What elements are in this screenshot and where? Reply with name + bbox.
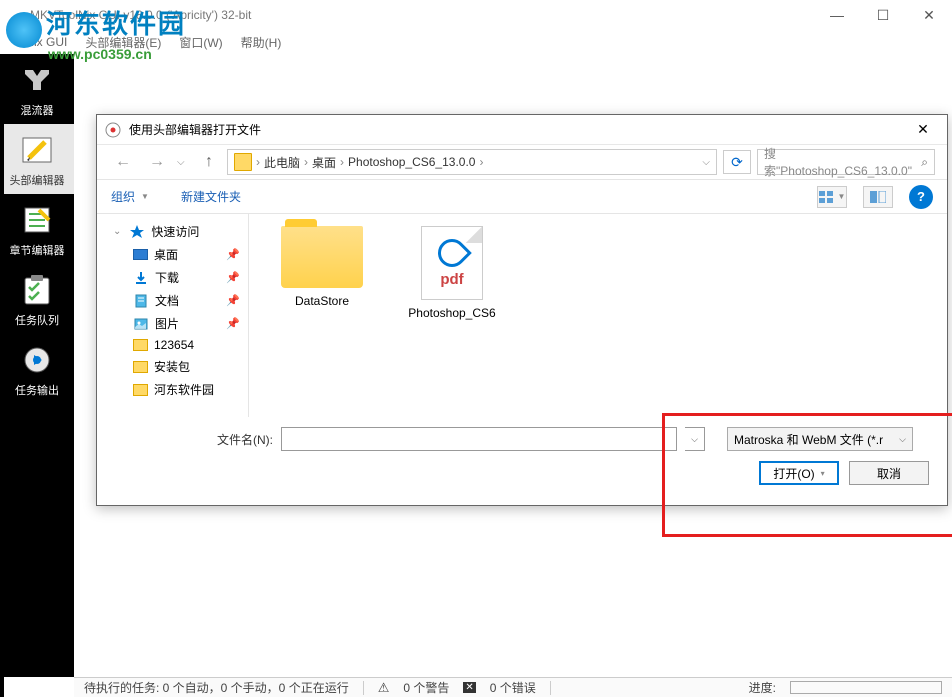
warning-icon: ⚠ (378, 680, 390, 696)
open-file-dialog: 使用头部编辑器打开文件 ✕ ← → ⌵ ↑ › 此电脑 › 桌面 › Photo… (96, 114, 948, 506)
maximize-button[interactable]: ☐ (860, 0, 906, 30)
window-title: MKVToolNix GUI v18.0.0 ('Apricity') 32-b… (30, 8, 251, 22)
status-errors: 0 个错误 (490, 679, 536, 696)
file-item-pdf[interactable]: pdf Photoshop_CS6 (399, 226, 505, 320)
desktop-icon (133, 249, 148, 260)
new-folder-button[interactable]: 新建文件夹 (181, 188, 241, 205)
tree-panel: ⌄ 快速访问 桌面 📌 下载 📌 (97, 214, 249, 417)
pdf-icon: pdf (421, 226, 483, 300)
dialog-nav: ← → ⌵ ↑ › 此电脑 › 桌面 › Photoshop_CS6_13.0.… (97, 145, 947, 179)
pin-icon: 📌 (226, 317, 240, 330)
dialog-titlebar: 使用头部编辑器打开文件 ✕ (97, 115, 947, 145)
sidebar-item-header-editor[interactable]: 头部编辑器 (0, 124, 74, 194)
sidebar-item-label: 头部编辑器 (10, 172, 65, 188)
folder-icon (133, 339, 148, 351)
folder-icon (281, 226, 363, 288)
app-icon (8, 7, 24, 23)
tree-item-pictures[interactable]: 图片 📌 (97, 312, 248, 335)
filename-label: 文件名(N): (217, 431, 273, 448)
dialog-icon (105, 122, 121, 138)
file-panel[interactable]: DataStore pdf Photoshop_CS6 (249, 214, 947, 417)
nav-up-button[interactable]: ↑ (197, 150, 221, 174)
sidebar-item-label: 章节编辑器 (10, 242, 65, 258)
preview-pane-button[interactable] (863, 186, 893, 208)
search-input[interactable]: 搜索"Photoshop_CS6_13.0.0" ⌕ (757, 149, 935, 175)
pin-icon: 📌 (226, 271, 240, 284)
tree-item-quick-access[interactable]: ⌄ 快速访问 (97, 220, 248, 243)
file-label: DataStore (295, 294, 349, 308)
minimize-button[interactable]: — (814, 0, 860, 30)
status-warnings: 0 个警告 (403, 679, 449, 696)
breadcrumb[interactable]: › 此电脑 › 桌面 › Photoshop_CS6_13.0.0 › ⌵ (227, 149, 717, 175)
filename-dropdown[interactable]: ⌵ (685, 427, 705, 451)
menu-header-editor[interactable]: 头部编辑器(E) (77, 32, 169, 53)
folder-icon (234, 153, 252, 171)
dialog-toolbar: 组织▼ 新建文件夹 ▼ ? (97, 179, 947, 213)
header-editor-icon (17, 130, 57, 170)
statusbar: 待执行的任务: 0 个自动，0 个手动，0 个正在运行 ⚠ 0 个警告 ✕ 0 … (74, 677, 952, 697)
nav-forward-button[interactable]: → (143, 148, 171, 176)
breadcrumb-item[interactable]: 此电脑 (264, 154, 300, 171)
sidebar-item-label: 混流器 (21, 102, 54, 118)
tree-item-downloads[interactable]: 下载 📌 (97, 266, 248, 289)
cancel-button[interactable]: 取消 (849, 461, 929, 485)
mixer-icon (17, 60, 57, 100)
nav-back-button[interactable]: ← (109, 148, 137, 176)
folder-icon (133, 361, 148, 373)
refresh-button[interactable]: ⟳ (723, 150, 751, 174)
chapter-editor-icon (17, 200, 57, 240)
menu-gui[interactable]: olNix GUI (8, 33, 75, 51)
organize-button[interactable]: 组织▼ (111, 188, 149, 205)
filename-input[interactable] (281, 427, 677, 451)
progress-label: 进度: (749, 679, 776, 696)
help-button[interactable]: ? (909, 185, 933, 209)
task-output-icon (17, 340, 57, 380)
file-label: Photoshop_CS6 (408, 306, 495, 320)
sidebar-item-task-queue[interactable]: 任务队列 (0, 264, 74, 334)
file-item-folder[interactable]: DataStore (269, 226, 375, 308)
task-queue-icon (17, 270, 57, 310)
open-button[interactable]: 打开(O) ▾ (759, 461, 839, 485)
menu-help[interactable]: 帮助(H) (233, 32, 290, 53)
status-tasks: 待执行的任务: 0 个自动，0 个手动，0 个正在运行 (84, 679, 349, 696)
sidebar-item-mixer[interactable]: 混流器 (0, 54, 74, 124)
pin-icon: 📌 (226, 294, 240, 307)
tree-item-folder[interactable]: 123654 (97, 335, 248, 355)
close-button[interactable]: ✕ (906, 0, 952, 30)
progress-bar (790, 681, 942, 694)
filetype-select[interactable]: Matroska 和 WebM 文件 (*.r ⌵ (727, 427, 913, 451)
sidebar-item-task-output[interactable]: 任务输出 (0, 334, 74, 404)
dialog-footer: 文件名(N): ⌵ Matroska 和 WebM 文件 (*.r ⌵ 打开(O… (97, 417, 947, 495)
download-icon (133, 270, 149, 286)
chevron-down-icon: ⌵ (899, 434, 906, 445)
sidebar-item-chapter-editor[interactable]: 章节编辑器 (0, 194, 74, 264)
picture-icon (133, 316, 149, 332)
view-mode-button[interactable]: ▼ (817, 186, 847, 208)
titlebar: MKVToolNix GUI v18.0.0 ('Apricity') 32-b… (0, 0, 952, 30)
menubar: olNix GUI 头部编辑器(E) 窗口(W) 帮助(H) (0, 30, 952, 54)
tree-item-desktop[interactable]: 桌面 📌 (97, 243, 248, 266)
breadcrumb-item[interactable]: 桌面 (312, 154, 336, 171)
folder-icon (133, 384, 148, 396)
content-area: 使用头部编辑器打开文件 ✕ ← → ⌵ ↑ › 此电脑 › 桌面 › Photo… (74, 54, 952, 677)
tree-item-folder[interactable]: 安装包 (97, 355, 248, 378)
dialog-title: 使用头部编辑器打开文件 (129, 121, 907, 138)
breadcrumb-item[interactable]: Photoshop_CS6_13.0.0 (348, 155, 475, 169)
sidebar: 混流器 头部编辑器 章节编辑器 任务队列 任务输出 (0, 54, 74, 677)
error-icon: ✕ (463, 682, 475, 693)
breadcrumb-dropdown-icon[interactable]: ⌵ (702, 157, 710, 168)
dialog-close-button[interactable]: ✕ (907, 116, 939, 144)
search-icon: ⌕ (921, 155, 928, 170)
nav-history-dropdown[interactable]: ⌵ (177, 157, 191, 168)
tree-item-folder[interactable]: 河东软件园 (97, 378, 248, 401)
document-icon (133, 293, 149, 309)
pin-icon: 📌 (226, 248, 240, 261)
sidebar-item-label: 任务队列 (15, 312, 59, 328)
sidebar-item-label: 任务输出 (15, 382, 59, 398)
menu-window[interactable]: 窗口(W) (171, 32, 230, 53)
tree-item-documents[interactable]: 文档 📌 (97, 289, 248, 312)
